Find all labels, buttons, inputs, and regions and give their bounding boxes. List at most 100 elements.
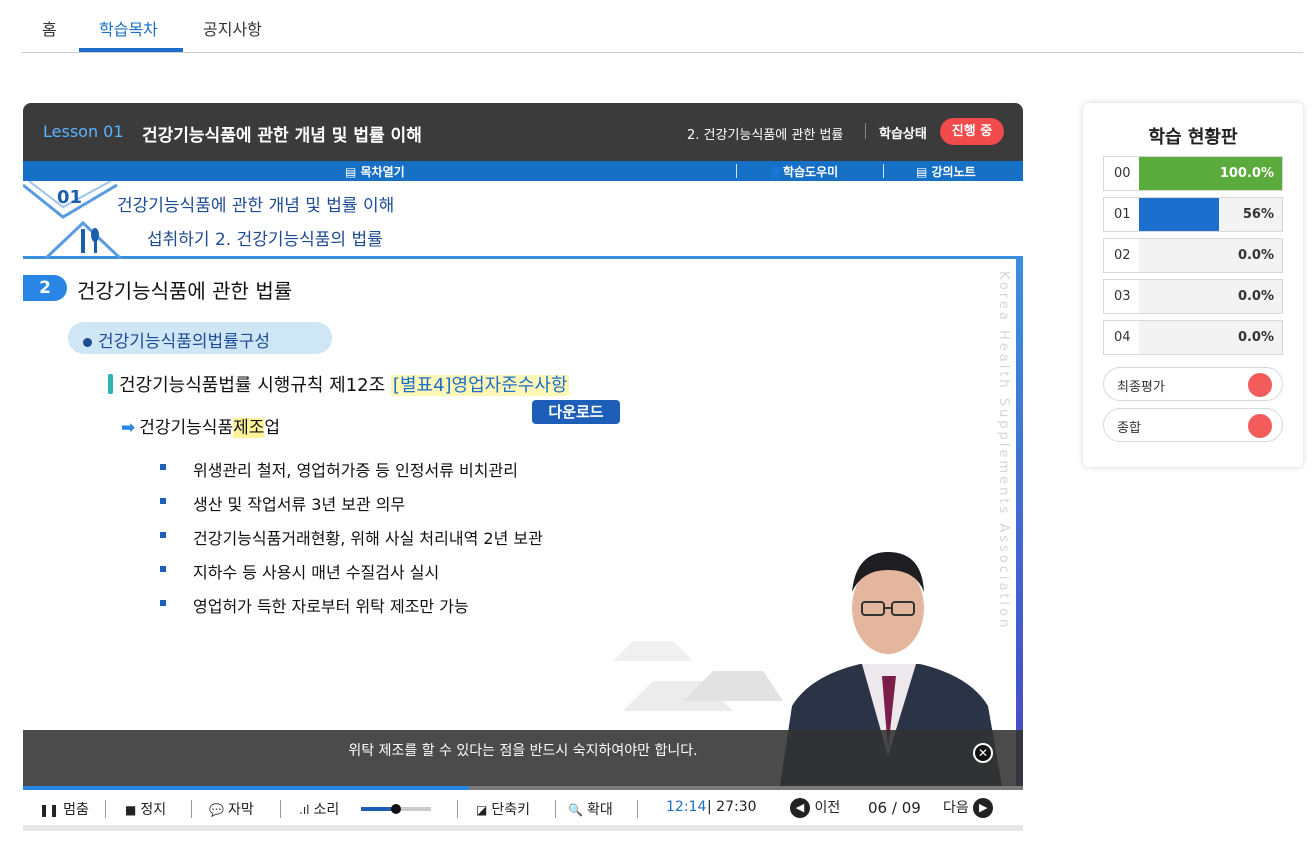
learning-helper-label: 학습도우미: [782, 165, 839, 179]
chevron-left-icon: ◀: [790, 798, 810, 818]
divider: [280, 800, 281, 818]
progress-row-id: 02: [1114, 248, 1131, 263]
volume-bars-icon: .ıl: [299, 803, 310, 817]
volume-handle[interactable]: [391, 804, 401, 814]
status-dot-icon: [1248, 373, 1272, 397]
status-badge: 진행 중: [940, 118, 1004, 145]
list-item: 지하수 등 사용시 매년 수질검사 실시: [157, 559, 543, 593]
close-icon[interactable]: ✕: [973, 743, 993, 763]
subtitle-bar: 위탁 제조를 할 수 있다는 점을 반드시 숙지하여야만 합니다. ✕: [23, 730, 1023, 786]
progress-row-03[interactable]: 03 0.0%: [1103, 279, 1283, 314]
top-nav: 홈 학습목차 공지사항: [22, 0, 1303, 53]
divider: [883, 164, 884, 178]
tab-notice[interactable]: 공지사항: [203, 16, 262, 40]
note-icon: ▤: [916, 165, 932, 179]
slide-chapter-number: 01: [57, 187, 83, 208]
shortcut-button[interactable]: ◪ 단축키: [476, 799, 530, 819]
zoom-button[interactable]: 🔍 확대: [568, 799, 613, 819]
list-item: 생산 및 작업서류 3년 보관 의무: [157, 491, 543, 525]
next-button[interactable]: 다음 ▶: [943, 797, 994, 818]
pause-label: 멈춤: [63, 802, 89, 818]
rule-bar-icon: [108, 374, 113, 394]
divider: [736, 164, 737, 178]
bullet-list: 위생관리 철저, 영업허가증 등 인정서류 비치관리 생산 및 작업서류 3년 …: [157, 457, 543, 627]
divider: [457, 800, 458, 818]
stop-label: 정지: [140, 802, 167, 818]
progress-value: 0.0%: [1237, 330, 1274, 345]
progress-bar: 100.0%: [1139, 157, 1282, 190]
list-item: 건강기능식품거래현황, 위해 사실 처리내역 2년 보관: [157, 525, 543, 559]
divider: [637, 800, 638, 818]
progress-row-02[interactable]: 02 0.0%: [1103, 238, 1283, 273]
prev-button[interactable]: ◀ 이전: [790, 797, 840, 818]
overall-row[interactable]: 종합: [1103, 408, 1283, 442]
tab-home[interactable]: 홈: [42, 16, 57, 40]
page-indicator: 06 / 09: [868, 799, 921, 817]
progress-row-00[interactable]: 00 100.0%: [1103, 156, 1283, 191]
slide-header: 01 건강기능식품에 관한 개념 및 법률 이해 섭취하기 2. 건강기능식품의…: [23, 181, 1023, 259]
pause-button[interactable]: ❚❚ 멈춤: [39, 799, 89, 819]
sub-prefix: 건강기능식품: [139, 418, 234, 438]
divider: [105, 800, 106, 818]
progress-row-01[interactable]: 01 56%: [1103, 197, 1283, 232]
rule-text: 건강기능식품법률 시행규칙 제12조: [119, 375, 391, 396]
final-eval-row[interactable]: 최종평가: [1103, 367, 1283, 401]
speech-bubble-icon: 💬: [209, 803, 224, 817]
list-item: 위생관리 철저, 영업허가증 등 인정서류 비치관리: [157, 457, 543, 491]
prev-label: 이전: [814, 800, 841, 816]
search-icon: 🔍: [568, 803, 583, 817]
total-time: | 27:30: [707, 799, 757, 815]
bullet-dot-icon: [83, 337, 92, 347]
subtitle-button[interactable]: 💬 자막: [209, 799, 254, 819]
progress-row-id: 03: [1114, 289, 1131, 304]
status-dot-icon: [1248, 414, 1272, 438]
topic-pill: 건강기능식품의법률구성: [68, 322, 332, 354]
slide-screen: 01 건강기능식품에 관한 개념 및 법률 이해 섭취하기 2. 건강기능식품의…: [23, 181, 1023, 786]
lesson-player: Lesson 01 건강기능식품에 관한 개념 및 법률 이해 2. 건강기능식…: [23, 103, 1023, 831]
toc-open-button[interactable]: ▤ 목차열기: [345, 163, 405, 180]
lesson-title: 건강기능식품에 관한 개념 및 법률 이해: [142, 126, 422, 146]
panel-title: 학습 현황판: [1148, 127, 1238, 148]
rule-line: 건강기능식품법률 시행규칙 제12조 [별표4]영업자준수사항: [108, 371, 570, 397]
overall-label: 종합: [1117, 421, 1141, 436]
utensils-icon: [81, 228, 99, 253]
list-item: 영업허가 득한 자로부터 위탁 제조만 가능: [157, 593, 543, 627]
sub-heading: ➡ 건강기능식품제조업: [121, 413, 280, 438]
subtitle-label: 자막: [227, 802, 254, 818]
list-icon: ▤: [345, 165, 361, 179]
progress-bar: 56%: [1139, 198, 1282, 231]
rule-highlight: [별표4]영업자준수사항: [390, 375, 570, 396]
final-eval-label: 최종평가: [1117, 380, 1165, 395]
toc-open-label: 목차열기: [360, 165, 405, 179]
learning-status-panel: 학습 현황판 00 100.0% 01 56% 02 0.0% 03 0.0% 04 0.0% 최…: [1083, 103, 1303, 467]
section-number-badge: 2: [23, 275, 67, 301]
progress-row-id: 01: [1114, 207, 1131, 222]
progress-row-id: 00: [1114, 166, 1131, 181]
progress-value: 0.0%: [1237, 289, 1274, 304]
current-time: 12:14: [666, 799, 707, 815]
pause-icon: ❚❚: [39, 803, 60, 817]
learning-helper-button[interactable]: 👤학습도우미: [768, 163, 838, 180]
tab-toc[interactable]: 학습목차: [99, 16, 158, 40]
total-time-value: 27:30: [716, 799, 757, 815]
progress-bar: 0.0%: [1139, 321, 1282, 354]
status-label: 학습상태: [879, 127, 927, 142]
stop-button[interactable]: ■ 정지: [125, 799, 166, 819]
sub-suffix: 업: [264, 418, 281, 438]
progress-row-04[interactable]: 04 0.0%: [1103, 320, 1283, 355]
progress-bar: 0.0%: [1139, 239, 1282, 272]
download-button[interactable]: 다운로드: [532, 400, 620, 424]
lecture-notes-button[interactable]: ▤ 강의노트: [916, 163, 976, 180]
progress-value: 100.0%: [1219, 166, 1274, 181]
page-total: 09: [901, 799, 921, 817]
sound-button[interactable]: .ıl 소리: [299, 799, 339, 819]
chevron-right-icon: ▶: [973, 798, 994, 818]
player-controls: ❚❚ 멈춤 ■ 정지 💬 자막 .ıl 소리 ◪ 단축키 🔍 확대 12:14 | 27:3…: [23, 790, 1023, 831]
lecture-notes-label: 강의노트: [931, 165, 976, 179]
chapter-title: 2. 건강기능식품에 관한 법률: [687, 128, 844, 143]
topic-pill-label: 건강기능식품의법률구성: [98, 332, 271, 352]
progress-value: 56%: [1242, 207, 1274, 222]
volume-slider[interactable]: [361, 804, 431, 814]
divider: [555, 800, 556, 818]
sub-highlight: 제조: [233, 418, 265, 438]
